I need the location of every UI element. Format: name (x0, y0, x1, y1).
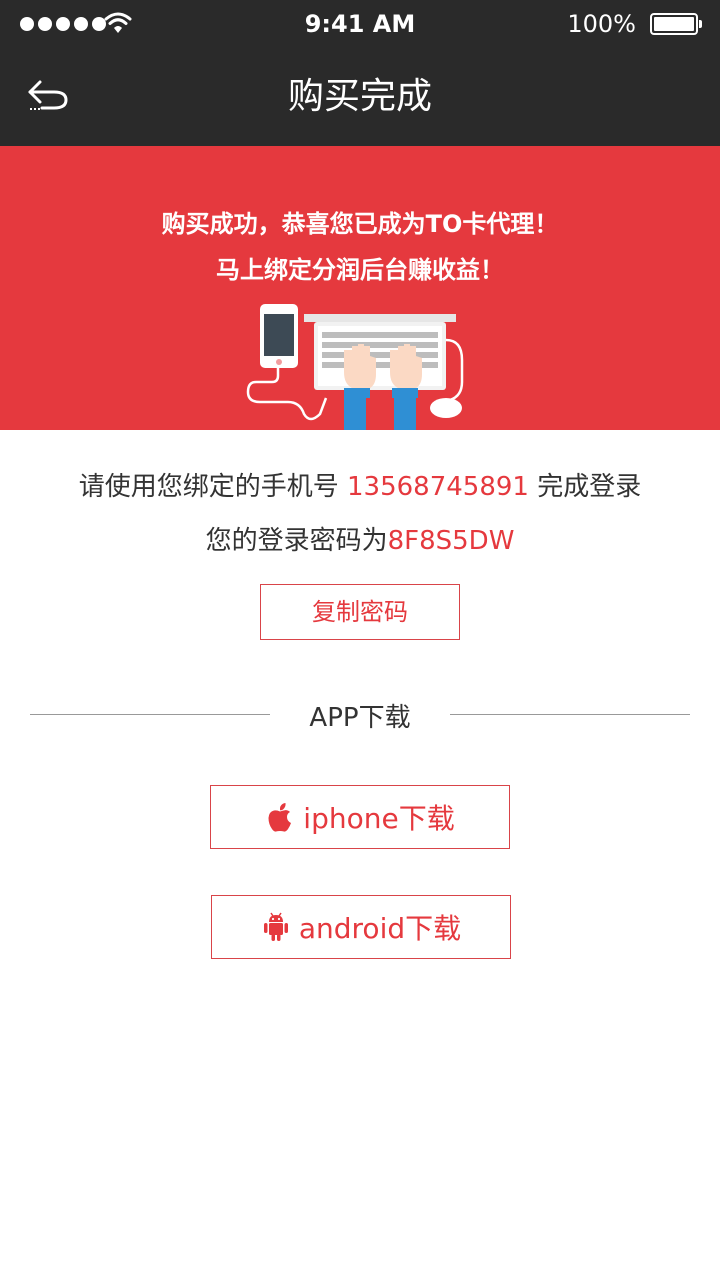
phone-suffix: 完成登录 (528, 472, 642, 502)
phone-number: 13568745891 (347, 472, 529, 502)
iphone-download-button[interactable]: iphone下载 (210, 785, 510, 849)
password-line: 您的登录密码为8F8S5DW (0, 520, 720, 557)
banner-line-1: 购买成功，恭喜您已成为TO卡代理！ (161, 210, 559, 238)
status-bar: 9:41 AM 100% (0, 0, 720, 48)
password-prefix: 您的登录密码为 (205, 526, 388, 556)
banner-line-2: 马上绑定分润后台赚收益！ (216, 256, 504, 284)
success-banner: 购买成功，恭喜您已成为TO卡代理！ 马上绑定分润后台赚收益！ (0, 146, 720, 430)
android-download-label: android下载 (298, 912, 462, 945)
battery-icon (650, 13, 702, 35)
back-arrow-icon (28, 80, 68, 110)
phone-laptop-illustration (246, 304, 464, 430)
password-value: 8F8S5DW (387, 526, 515, 556)
android-icon (263, 912, 288, 941)
apple-icon (268, 803, 292, 832)
android-download-button[interactable]: android下载 (211, 895, 511, 959)
page-title: 购买完成 (287, 76, 432, 117)
nav-bar: 购买完成 (0, 48, 720, 146)
phone-prefix: 请使用您绑定的手机号 (78, 472, 348, 502)
back-button[interactable] (20, 74, 76, 118)
divider-right (450, 714, 690, 715)
copy-password-button[interactable]: 复制密码 (260, 584, 460, 640)
phone-instruction: 请使用您绑定的手机号 13568745891 完成登录 (0, 466, 720, 503)
app-download-title: APP下载 (309, 703, 411, 733)
iphone-download-label: iphone下载 (303, 802, 455, 835)
battery-percent: 100% (567, 10, 636, 38)
